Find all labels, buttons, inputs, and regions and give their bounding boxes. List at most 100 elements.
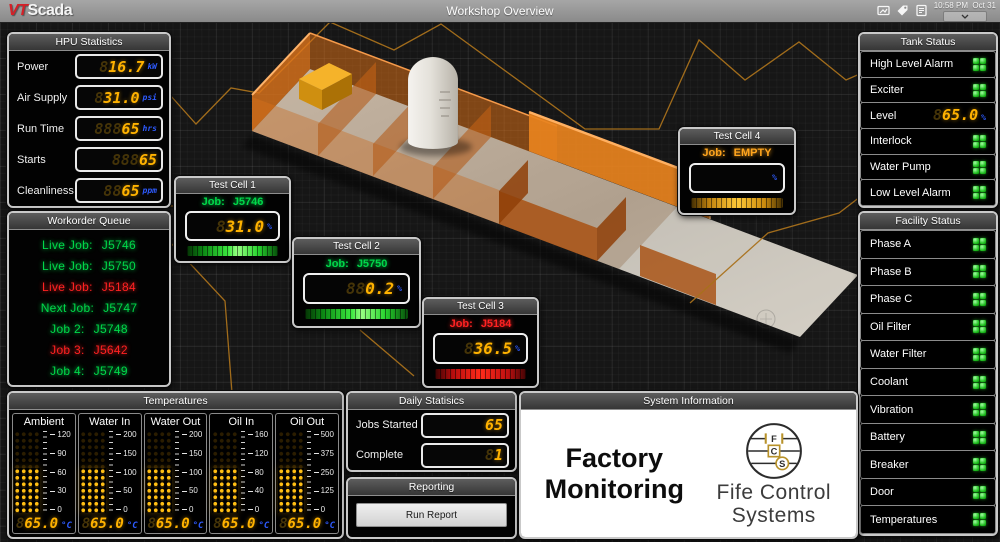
status-row-interlock: Interlock [860,128,996,155]
job-line: Job: J5184 [424,315,537,332]
hpu-row-starts: Starts 888 65 [9,144,169,175]
status-label: Oil Filter [870,320,911,333]
job-number: J5746 [232,196,264,209]
gauge-water-out: Water Out 200 150 100 50 0 865.0 °C [143,413,208,534]
tag-icon[interactable] [896,4,909,17]
ghost-digits: 88 [346,279,366,298]
panel-title: System Information [521,393,856,410]
led-bar [145,431,172,513]
led-bar [14,431,41,513]
status-row-breaker: Breaker [860,450,996,479]
job-number: J5642 [93,342,128,357]
job-number: J5746 [101,237,136,252]
green-led-indicator [973,347,986,361]
tick-labels: 200 150 100 50 0 [116,431,139,514]
gauge-water-in: Water In 200 150 100 50 0 865.0 °C [77,413,142,534]
clock[interactable]: 10:58 PM Oct 31 [934,1,996,10]
value-digits: 16.7 [108,57,145,76]
row-label: Power [17,60,49,73]
tick-labels: 120 90 60 30 0 [50,431,73,514]
progress-bar [305,309,408,319]
status-label: High Level Alarm [870,58,954,71]
starts-display: 888 65 [75,147,163,172]
status-row-water-filter: Water Filter [860,340,996,369]
row-label: Cleanliness [17,184,74,197]
svg-text:C: C [770,446,777,456]
status-row-battery: Battery [860,422,996,452]
titlebar: VTScada Workshop Overview 10:58 PM Oct 3… [0,0,1000,23]
green-led-indicator [973,237,986,251]
notes-icon[interactable] [915,4,928,17]
unit-label: ppm [142,186,157,195]
vendor-name-line-2: Systems [731,503,816,527]
job-label: Job: [201,196,225,209]
reporting-panel: Reporting Run Report [346,477,517,539]
job-line: Job: J5750 [294,255,419,272]
svg-text:S: S [779,459,785,469]
progress-display: 8 31.0% [185,211,280,242]
status-row-vibration: Vibration [860,395,996,424]
panel-title: Workorder Queue [9,213,169,230]
green-led-indicator [973,513,986,527]
unit-label: kW [147,62,157,71]
system-heading: Factory Monitoring [529,443,700,503]
status-row-high-level-alarm: High Level Alarm [860,51,996,78]
green-led-indicator [973,292,986,306]
status-row-door: Door [860,477,996,507]
tick-labels: 200 150 100 50 0 [182,431,205,514]
status-row-phase-a: Phase A [860,230,996,259]
value-digits: 1 [493,446,503,464]
value-digits: 65 [484,416,503,434]
green-led-indicator [973,186,986,200]
status-label: Interlock [870,135,912,148]
green-led-indicator [973,430,986,444]
job-line: Job: J5746 [176,194,289,210]
job-number: J5750 [356,257,388,270]
green-led-indicator [973,375,986,389]
panel-title: Daily Statisics [348,393,515,410]
value-digits: 31.0 [225,216,265,236]
test-cell-1-panel: Test Cell 1 Job: J5746 8 31.0% [174,176,291,263]
job-number: J5748 [93,321,128,336]
complete-display: 81 [421,442,509,468]
status-label: Phase A [870,238,911,251]
status-row-low-level-alarm: Low Level Alarm [860,179,996,206]
job-number: J5184 [101,279,136,294]
status-label: Level [870,109,897,122]
status-row-exciter: Exciter [860,76,996,104]
row-label: Jobs Started [356,419,418,431]
tick-ruler [306,431,311,513]
run-time-display: 888 65 hrs [75,116,163,141]
row-label: Starts [17,153,46,166]
job-number: J5749 [93,363,128,378]
job-slot-label: Job 3: [50,342,85,357]
temperatures-panel: Temperatures Ambient 120 90 60 30 0 865.0 °C … [7,391,344,539]
ghost-digits: 8 [216,216,226,236]
job-label: Job: [702,147,726,160]
gauge-value: 865.0 °C [15,516,72,532]
workorder-item: Job 3: J5642 [9,339,169,360]
page-icon[interactable] [877,4,890,17]
hpu-row-run-time: Run Time 888 65 hrs [9,113,169,144]
green-led-indicator [973,320,986,334]
job-slot-label: Job 2: [50,321,85,336]
gauge-value: 865.0 °C [147,516,204,532]
value-digits: 0.2 [365,279,395,298]
gauge-label: Oil In [228,416,255,428]
hpu-row-power: Power 8 16.7 kW [9,51,169,82]
status-label: Water Pump [870,161,931,174]
green-led-indicator [973,83,986,97]
daily-row-jobs-started: Jobs Started 65 [348,410,515,440]
tick-ruler [109,431,114,513]
progress-bar [187,246,278,256]
power-display: 8 16.7 kW [75,54,163,79]
titlebar-dropdown-button[interactable] [942,11,987,22]
gauge-oil-out: Oil Out 500 375 250 125 0 865.0 °C [275,413,339,534]
svg-text:F: F [771,434,777,444]
progress-display: 88 0.2% [303,273,410,304]
gauge-value: 865.0 °C [279,516,336,532]
vendor-brand: F C S Fife Control Systems [700,420,848,527]
status-label: Water Filter [870,348,927,361]
run-report-button[interactable]: Run Report [356,503,507,527]
test-cell-3-panel: Test Cell 3 Job: J5184 8 36.5% [422,297,539,388]
